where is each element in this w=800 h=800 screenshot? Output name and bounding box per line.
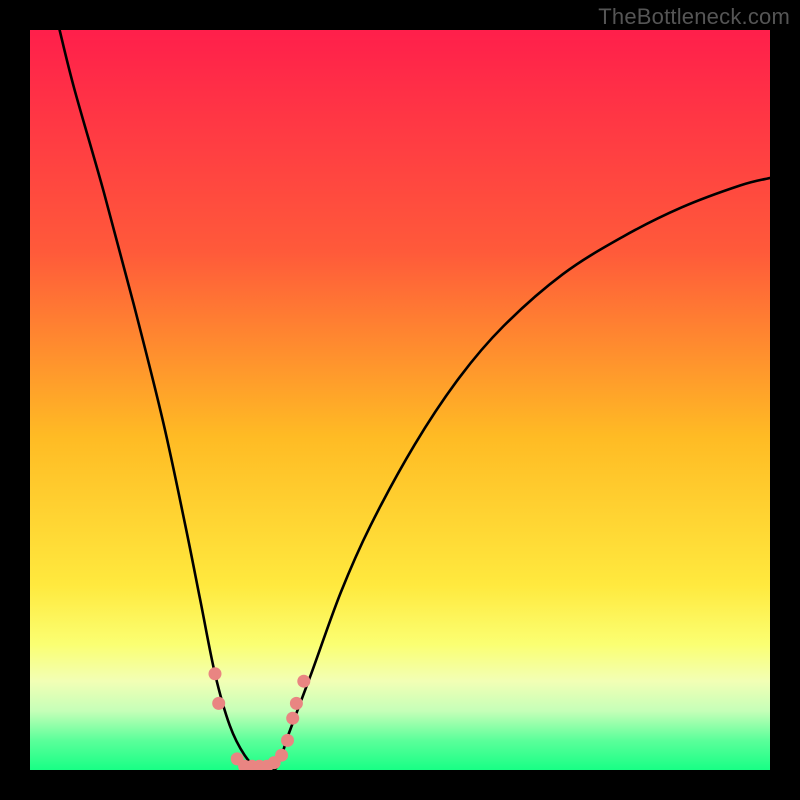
curve-layer [30, 30, 770, 770]
highlight-dots [209, 667, 311, 770]
highlight-dot [297, 675, 310, 688]
highlight-dot [281, 734, 294, 747]
highlight-dot [209, 667, 222, 680]
highlight-dot [275, 749, 288, 762]
highlight-dot [212, 697, 225, 710]
highlight-dot [290, 697, 303, 710]
chart-frame: TheBottleneck.com [0, 0, 800, 800]
plot-area [30, 30, 770, 770]
watermark-text: TheBottleneck.com [598, 4, 790, 30]
bottleneck-curve [60, 30, 770, 770]
highlight-dot [286, 712, 299, 725]
